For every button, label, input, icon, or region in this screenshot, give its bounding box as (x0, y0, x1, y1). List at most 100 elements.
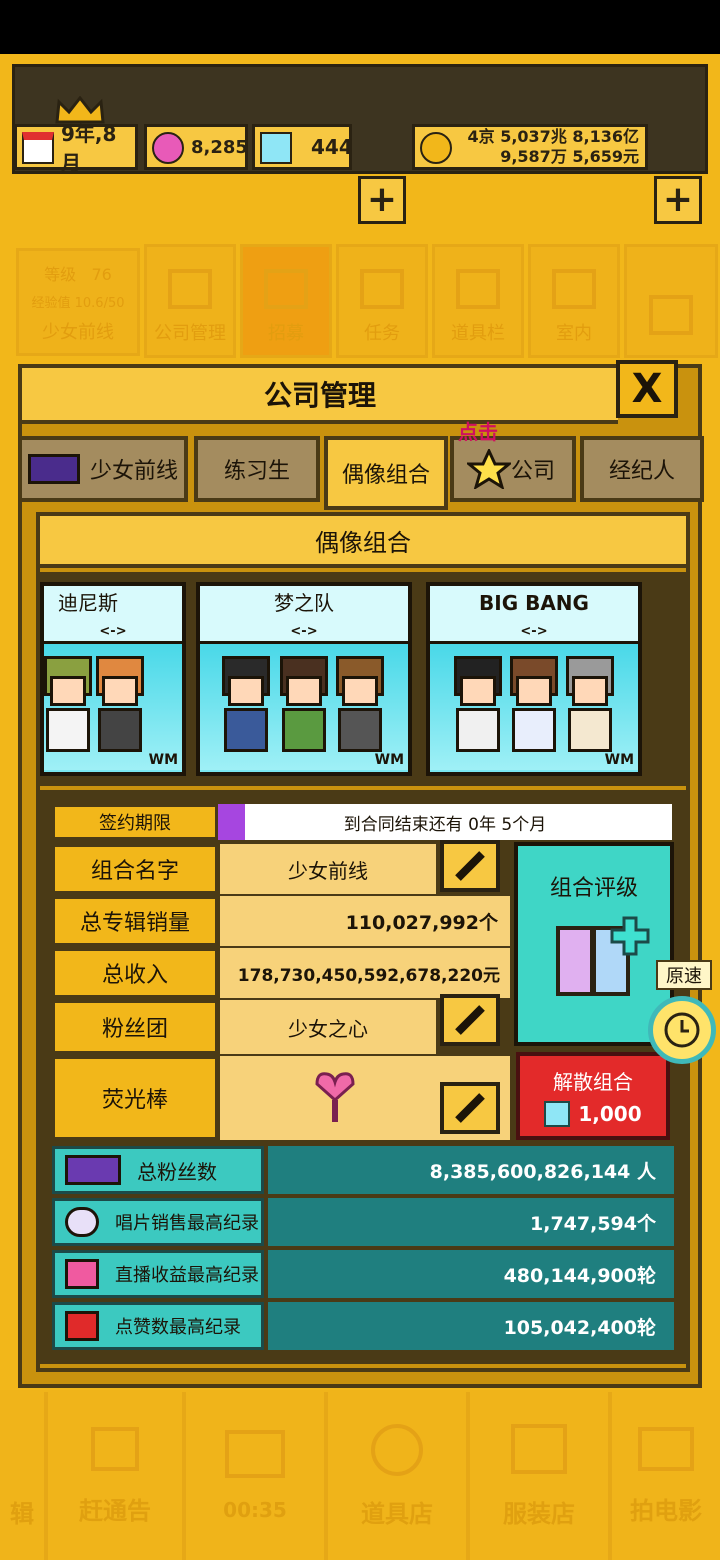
edit-fanclub-button[interactable] (440, 994, 500, 1046)
camera-icon (638, 1426, 694, 1471)
gems-pill: 8,285 (144, 124, 248, 170)
bottom-menu-costume-shop[interactable]: 服装店 (470, 1392, 612, 1560)
bottom-menu-film[interactable]: 拍电影 (612, 1392, 720, 1560)
menu-interior[interactable]: 室内 (528, 244, 620, 358)
tab-trainees[interactable]: 练习生 (194, 436, 320, 502)
paint-roller-icon (552, 269, 596, 309)
tap-hint: 点击 (458, 420, 498, 444)
stat-label: 点赞数最高纪录 (115, 1317, 241, 1338)
play-icon (65, 1311, 99, 1341)
star-icon (466, 449, 511, 489)
calendar-icon (91, 1426, 139, 1471)
member-sprite (96, 656, 144, 764)
date-text: 9年,8月 (61, 122, 117, 175)
tv-icon (225, 1430, 285, 1478)
plus-label: + (366, 179, 398, 220)
tab-label: 经纪人 (608, 459, 675, 484)
close-icon: X (631, 366, 663, 412)
disc-icon (65, 1207, 99, 1237)
group-arrows: <-> (430, 624, 638, 644)
pencil-icon (455, 1093, 485, 1123)
wm-badge: WM (148, 752, 178, 768)
diamond-icon (260, 132, 292, 164)
tab-label: 公司 (510, 459, 555, 484)
coin-icon (420, 132, 452, 164)
edit-group-name-button[interactable] (440, 840, 500, 892)
stat-label: 总粉丝数 (137, 1159, 217, 1184)
fanclub-value: 少女之心 (220, 1000, 436, 1054)
menu-mail[interactable] (624, 244, 718, 358)
tab-company[interactable]: 公司 (450, 436, 576, 502)
speed-toggle-button[interactable] (648, 996, 716, 1064)
fans-icon (65, 1155, 121, 1185)
member-sprite (336, 656, 384, 764)
menu-label: 公司管理 (154, 323, 226, 344)
menu-inventory[interactable]: 道具栏 (432, 244, 524, 358)
bottom-menu-label: 赶通告 (79, 1496, 151, 1525)
add-diamonds-button[interactable]: + (358, 176, 406, 224)
bottom-menu-schedule[interactable]: 赶通告 (48, 1392, 186, 1560)
menu-recruit[interactable]: 招募 (240, 244, 332, 358)
speed-label: 原速 (656, 960, 712, 990)
member-sprite (222, 656, 270, 764)
group-name-value: 少女前线 (220, 844, 436, 894)
calendar-icon (22, 132, 54, 164)
exp-label: 经验值 10.6/50 (31, 295, 125, 311)
member-sprite (510, 656, 558, 764)
member-sprite (454, 656, 502, 764)
tab-agent[interactable]: 经纪人 (580, 436, 704, 502)
bottom-menu-label: 道具店 (361, 1499, 433, 1528)
pencil-icon (455, 1005, 485, 1035)
group-card[interactable]: BIG BANG <-> WM (426, 582, 642, 776)
disband-label: 解散组合 (553, 1069, 633, 1094)
menu-label: 招募 (268, 323, 304, 344)
mail-icon (649, 295, 693, 335)
money-display: 4京 5,037兆 8,136亿 9,587万 5,659元 (468, 127, 640, 167)
menu-company-management[interactable]: 公司管理 (144, 244, 236, 358)
dialog-title: 公司管理 (22, 368, 618, 424)
disband-cost: 1,000 (544, 1100, 642, 1127)
bottom-menu-label: 辑 (10, 1499, 34, 1528)
add-money-button[interactable]: + (654, 176, 702, 224)
heart-lightstick-icon (315, 1072, 355, 1122)
group-name: BIG BANG (430, 586, 638, 624)
bottom-menu-timer[interactable]: 00:35 (186, 1392, 328, 1560)
group-name: 迪尼斯 (44, 586, 182, 624)
member-sprite (44, 656, 92, 764)
level-label: 等级 (44, 264, 77, 284)
group-name-label: 组合名字 (52, 844, 218, 894)
bottom-menu-item[interactable]: 辑 (0, 1392, 48, 1560)
group-card[interactable]: 梦之队 <-> WM (196, 582, 412, 776)
menu-label: 任务 (364, 323, 400, 344)
menu-label: 道具栏 (451, 323, 505, 344)
group-arrows: <-> (44, 624, 182, 644)
group-arrows: <-> (200, 624, 408, 644)
stat-value: 8,385,600,826,144 人 (268, 1146, 674, 1194)
level-row: 等级 76 (44, 261, 112, 285)
building-icon (168, 269, 212, 309)
disband-group-button[interactable]: 解散组合 1,000 (516, 1052, 670, 1140)
wm-badge: WM (374, 752, 404, 768)
income-label: 总收入 (52, 948, 218, 998)
close-button[interactable]: X (616, 360, 678, 418)
tab-idol-groups[interactable]: 偶像组合 (324, 436, 448, 510)
stat-value: 480,144,900轮 (268, 1250, 674, 1298)
edit-lightstick-button[interactable] (440, 1082, 500, 1134)
stat-label: 直播收益最高纪录 (115, 1265, 259, 1286)
group-card[interactable]: 迪尼斯 <-> WM (40, 582, 186, 776)
gems-text: 8,285 (191, 136, 248, 158)
shirt-icon (511, 1423, 567, 1474)
bottom-menu-item-shop[interactable]: 道具店 (328, 1392, 470, 1560)
money-line1: 4京 5,037兆 8,136亿 (467, 127, 640, 146)
tab-group-members[interactable]: 少女前线 (18, 436, 188, 502)
fanclub-label: 粉丝团 (52, 1000, 218, 1054)
stat-value: 105,042,400轮 (268, 1302, 674, 1350)
menu-tasks[interactable]: 任务 (336, 244, 428, 358)
members-icon (27, 454, 80, 484)
gear-icon (371, 1423, 423, 1476)
rating-pp-plus-icon (556, 916, 650, 996)
stat-label: 唱片销售最高纪录 (115, 1213, 259, 1234)
album-sales-value: 110,027,992个 (220, 896, 510, 946)
music-note-icon (65, 1259, 99, 1289)
plus-label: + (662, 179, 694, 220)
